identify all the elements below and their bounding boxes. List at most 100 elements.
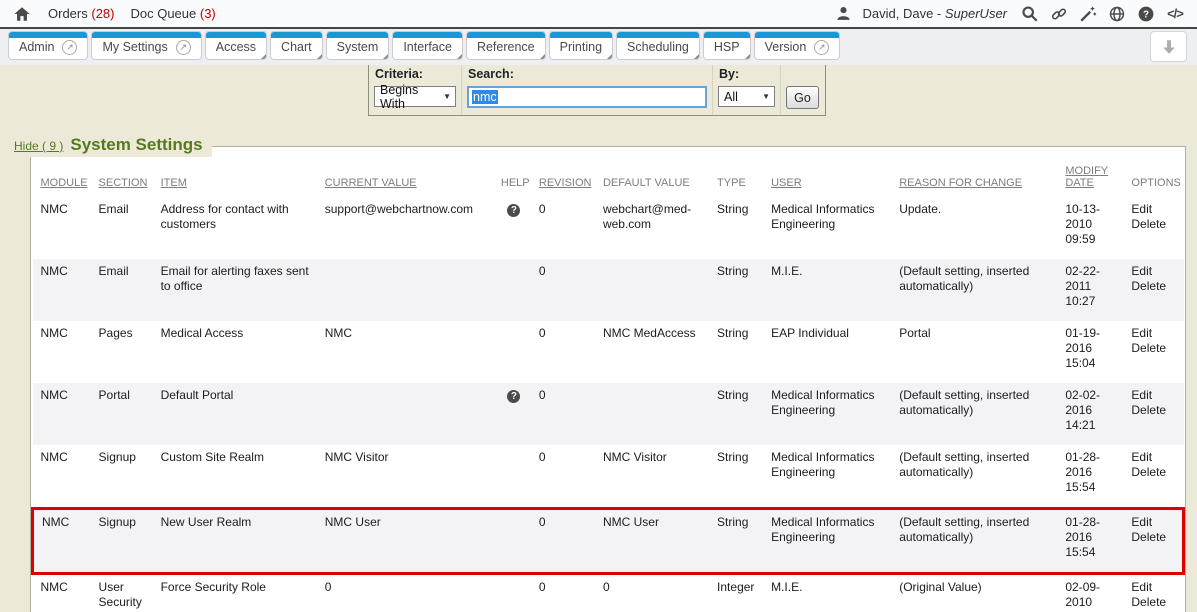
edit-link[interactable]: Edit [1131,388,1177,403]
tab-my-settings[interactable]: My Settings ↗ [91,31,201,60]
help-icon[interactable]: ? [507,204,520,217]
column-header-user[interactable]: USER [769,155,897,197]
column-header-section[interactable]: SECTION [97,155,159,197]
svg-text:?: ? [1143,9,1149,20]
column-header-revision[interactable]: REVISION [537,155,601,197]
go-cell: Go [781,83,825,115]
person-icon [833,4,853,24]
edit-link[interactable]: Edit [1131,515,1176,530]
table-row: NMC Portal Default Portal ? 0 String Med… [33,383,1184,445]
page-title: System Settings [70,135,202,155]
tab-version[interactable]: Version ↗ [754,31,841,60]
cell-options: Edit Delete [1129,321,1183,383]
delete-link[interactable]: Delete [1131,465,1177,480]
delete-link[interactable]: Delete [1131,341,1177,356]
edit-link[interactable]: Edit [1131,202,1177,217]
column-header-current-value[interactable]: CURRENT VALUE [323,155,499,197]
user-role: SuperUser [945,6,1007,21]
tab-label: Chart [281,40,312,54]
cell-help [499,509,537,574]
cell-options: Edit Delete [1129,574,1183,612]
wand-icon[interactable] [1078,4,1098,24]
edit-link[interactable]: Edit [1131,264,1177,279]
column-header-reason-for-change[interactable]: REASON FOR CHANGE [897,155,1063,197]
by-select[interactable]: All ▼ [718,86,775,107]
tab-interface[interactable]: Interface [392,31,463,60]
cell-user: EAP Individual [769,321,897,383]
tab-accent-bar [704,32,750,38]
hide-link[interactable]: Hide ( 9 ) [14,139,63,153]
tab-label: Scheduling [627,40,689,54]
delete-link[interactable]: Delete [1131,595,1177,610]
criteria-select[interactable]: Begins With ▼ [374,86,456,107]
tab-accent-bar [755,32,840,38]
home-icon[interactable] [12,4,32,24]
cell-revision: 0 [537,509,601,574]
orders-link[interactable]: Orders (28) [48,6,114,21]
tab-label: Interface [403,40,452,54]
popout-icon[interactable]: ↗ [176,40,191,55]
down-arrow-button[interactable] [1150,31,1187,62]
edit-link[interactable]: Edit [1131,450,1177,465]
cell-revision: 0 [537,321,601,383]
go-button[interactable]: Go [786,86,819,109]
cell-user: M.I.E. [769,574,897,612]
cell-item: Email for alerting faxes sent to office [159,259,323,321]
popout-icon[interactable]: ↗ [814,40,829,55]
tab-hsp[interactable]: HSP [703,31,751,60]
help-icon[interactable]: ? [507,390,520,403]
cell-options: Edit Delete [1129,509,1183,574]
tab-printing[interactable]: Printing [549,31,613,60]
column-header-module[interactable]: MODULE [33,155,97,197]
link-icon[interactable] [1049,4,1069,24]
search-cell: nmc [462,83,713,115]
criteria-cell: Begins With ▼ [369,83,462,115]
delete-link[interactable]: Delete [1131,217,1177,232]
cell-current-value: NMC User [323,509,499,574]
cell-default-value [601,383,715,445]
top-bar-right: David, Dave - SuperUser ? </> [833,4,1185,24]
tab-system[interactable]: System [326,31,390,60]
cell-reason-for-change: (Default setting, inserted automatically… [897,445,1063,509]
cell-options: Edit Delete [1129,197,1183,259]
system-settings-section: Hide ( 9 ) System Settings MODULESECTION… [30,146,1186,612]
cell-type: String [715,197,769,259]
tab-label: Admin [19,40,54,54]
cell-help [499,574,537,612]
by-cell: All ▼ [713,83,781,115]
cell-default-value: NMC User [601,509,715,574]
globe-icon[interactable] [1107,4,1127,24]
tab-accent-bar [327,32,389,38]
delete-link[interactable]: Delete [1131,403,1177,418]
tab-reference[interactable]: Reference [466,31,546,60]
tab-accent-bar [550,32,612,38]
code-icon[interactable]: </> [1165,4,1185,24]
edit-link[interactable]: Edit [1131,580,1177,595]
tab-accent-bar [393,32,462,38]
doc-queue-link[interactable]: Doc Queue (3) [130,6,215,21]
search-icon[interactable] [1020,4,1040,24]
search-input[interactable]: nmc [467,86,707,108]
cell-reason-for-change: (Default setting, inserted automatically… [897,509,1063,574]
dropdown-corner-icon [694,54,699,59]
popout-icon[interactable]: ↗ [62,40,77,55]
column-header-item[interactable]: ITEM [159,155,323,197]
edit-link[interactable]: Edit [1131,326,1177,341]
table-row: NMC User Security Force Security Role 0 … [33,574,1184,612]
tab-admin[interactable]: Admin ↗ [8,31,88,60]
cell-user: Medical Informatics Engineering [769,197,897,259]
table-row: NMC Email Address for contact with custo… [33,197,1184,259]
tab-scheduling[interactable]: Scheduling [616,31,700,60]
tab-chart[interactable]: Chart [270,31,323,60]
tab-access[interactable]: Access [205,31,267,60]
help-icon[interactable]: ? [1136,4,1156,24]
column-header-modify-date[interactable]: MODIFY DATE [1063,155,1129,197]
delete-link[interactable]: Delete [1131,279,1177,294]
cell-revision: 0 [537,259,601,321]
cell-current-value [323,383,499,445]
doc-queue-label: Doc Queue [130,6,196,21]
cell-reason-for-change: (Default setting, inserted automatically… [897,259,1063,321]
cell-current-value: NMC [323,321,499,383]
delete-link[interactable]: Delete [1131,530,1176,545]
cell-modify-date: 01-19-2016 15:04 [1063,321,1129,383]
